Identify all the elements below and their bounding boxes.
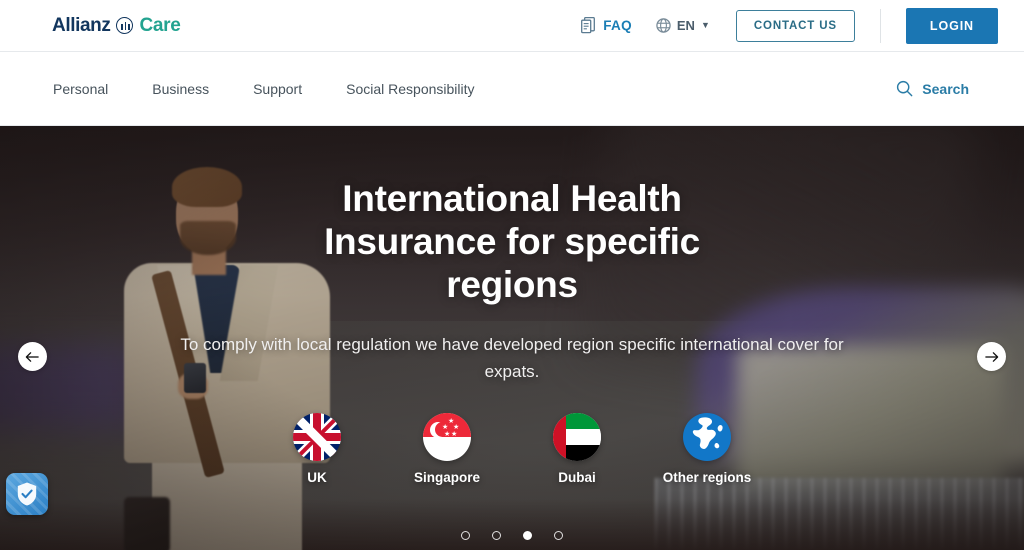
trust-shield-badge[interactable] [6, 473, 48, 515]
login-button[interactable]: LOGIN [905, 7, 998, 44]
document-stack-icon [581, 17, 596, 34]
carousel-prev-button[interactable] [18, 342, 47, 371]
main-navigation: Personal Business Support Social Respons… [0, 52, 1024, 126]
page-root: Allianz Care FAQ EN ▼ CONTACT US LOGIN P… [0, 0, 1024, 550]
search-icon [897, 80, 913, 97]
logo-text-care: Care [139, 14, 181, 36]
region-links: UK ★ ★ ★ ★ ★ Singapore Dubai Other regio… [252, 413, 772, 485]
hero-title: International Health Insurance for speci… [324, 178, 700, 305]
language-selector[interactable]: EN ▼ [656, 18, 710, 33]
nav-item-support[interactable]: Support [253, 81, 302, 97]
globe-icon [683, 413, 731, 462]
carousel-dot-4[interactable] [554, 531, 563, 540]
carousel-dot-1[interactable] [461, 531, 470, 540]
carousel-dot-3[interactable] [523, 531, 532, 540]
region-label-dubai: Dubai [558, 470, 596, 486]
utility-bar-right: FAQ EN ▼ CONTACT US LOGIN [581, 0, 998, 51]
region-link-other-regions[interactable]: Other regions [642, 413, 772, 485]
contact-us-button[interactable]: CONTACT US [735, 9, 855, 42]
uae-flag-icon [553, 413, 601, 462]
arrow-left-icon [25, 351, 39, 362]
shield-check-icon [17, 482, 37, 506]
allianz-bars-circle-icon [116, 17, 134, 34]
region-label-uk: UK [307, 470, 327, 486]
nav-item-business[interactable]: Business [152, 81, 209, 97]
nav-items: Personal Business Support Social Respons… [53, 81, 519, 97]
search-label: Search [922, 80, 969, 97]
region-link-uk[interactable]: UK [252, 413, 382, 485]
nav-item-personal[interactable]: Personal [53, 81, 108, 97]
hero-carousel: International Health Insurance for speci… [0, 126, 1024, 550]
arrow-right-icon [985, 351, 999, 362]
nav-item-social-responsibility[interactable]: Social Responsibility [346, 81, 474, 97]
carousel-dot-2[interactable] [492, 531, 501, 540]
utility-bar: Allianz Care FAQ EN ▼ CONTACT US LOGIN [0, 0, 1024, 52]
logo-text-allianz: Allianz [52, 14, 111, 36]
vertical-divider [879, 8, 881, 43]
faq-link[interactable]: FAQ [581, 17, 632, 34]
site-logo[interactable]: Allianz Care [52, 15, 181, 37]
uk-flag-icon [293, 413, 341, 462]
hero-content: International Health Insurance for speci… [0, 126, 1024, 550]
globe-icon [656, 18, 671, 33]
search-trigger[interactable]: Search [896, 80, 969, 97]
language-label: EN [676, 18, 695, 33]
carousel-next-button[interactable] [977, 342, 1006, 371]
singapore-flag-icon: ★ ★ ★ ★ ★ [423, 413, 471, 462]
region-label-other-regions: Other regions [662, 470, 752, 486]
hero-subtitle: To comply with local regulation we have … [180, 334, 844, 381]
faq-label: FAQ [603, 18, 632, 33]
region-link-singapore[interactable]: ★ ★ ★ ★ ★ Singapore [382, 413, 512, 485]
region-label-singapore: Singapore [413, 470, 480, 486]
carousel-dots [0, 531, 1024, 540]
chevron-down-icon: ▼ [700, 20, 710, 30]
region-link-dubai[interactable]: Dubai [512, 413, 642, 485]
